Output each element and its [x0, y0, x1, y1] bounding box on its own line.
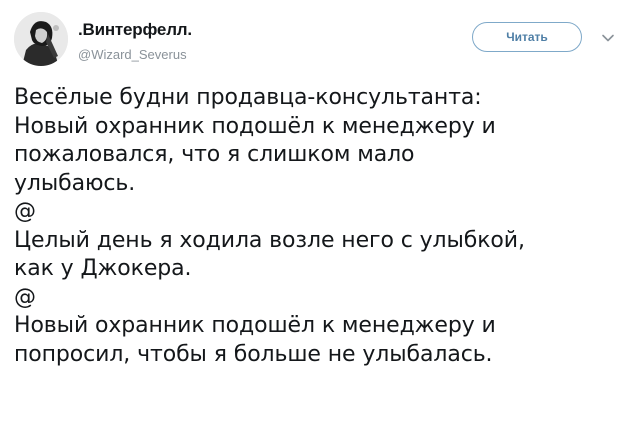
- tweet-text: Весёлые будни продавца-консультанта: Нов…: [14, 84, 626, 369]
- tweet-line: Весёлые будни продавца-консультанта:: [14, 85, 482, 110]
- display-name[interactable]: .Винтерфелл.: [78, 20, 192, 40]
- tweet-line: @: [14, 284, 36, 310]
- tweet-line: улыбаюсь.: [14, 170, 136, 196]
- tweet-line: Целый день я ходила возле него с улыбкой…: [14, 227, 525, 253]
- follow-button[interactable]: Читать: [472, 22, 582, 52]
- tweet-line: @: [14, 199, 36, 224]
- avatar-image: [14, 12, 68, 66]
- tweet-card: .Винтерфелл. @Wizard_Severus Читать Весё…: [0, 0, 640, 436]
- user-handle[interactable]: @Wizard_Severus: [78, 46, 192, 64]
- author-block: .Винтерфелл. @Wizard_Severus: [78, 20, 192, 64]
- tweet-line: Новый охранник подошёл к менеджеру и: [14, 113, 496, 139]
- tweet-line: Новый охранник подошёл к менеджеру и: [14, 313, 496, 338]
- tweet-line: как у Джокера.: [14, 256, 192, 281]
- tweet-line: попросил, чтобы я больше не улыбалась.: [14, 341, 493, 367]
- chevron-down-icon[interactable]: [600, 30, 616, 46]
- avatar[interactable]: [14, 12, 68, 66]
- tweet-line: пожаловался, что я слишком мало: [14, 142, 415, 167]
